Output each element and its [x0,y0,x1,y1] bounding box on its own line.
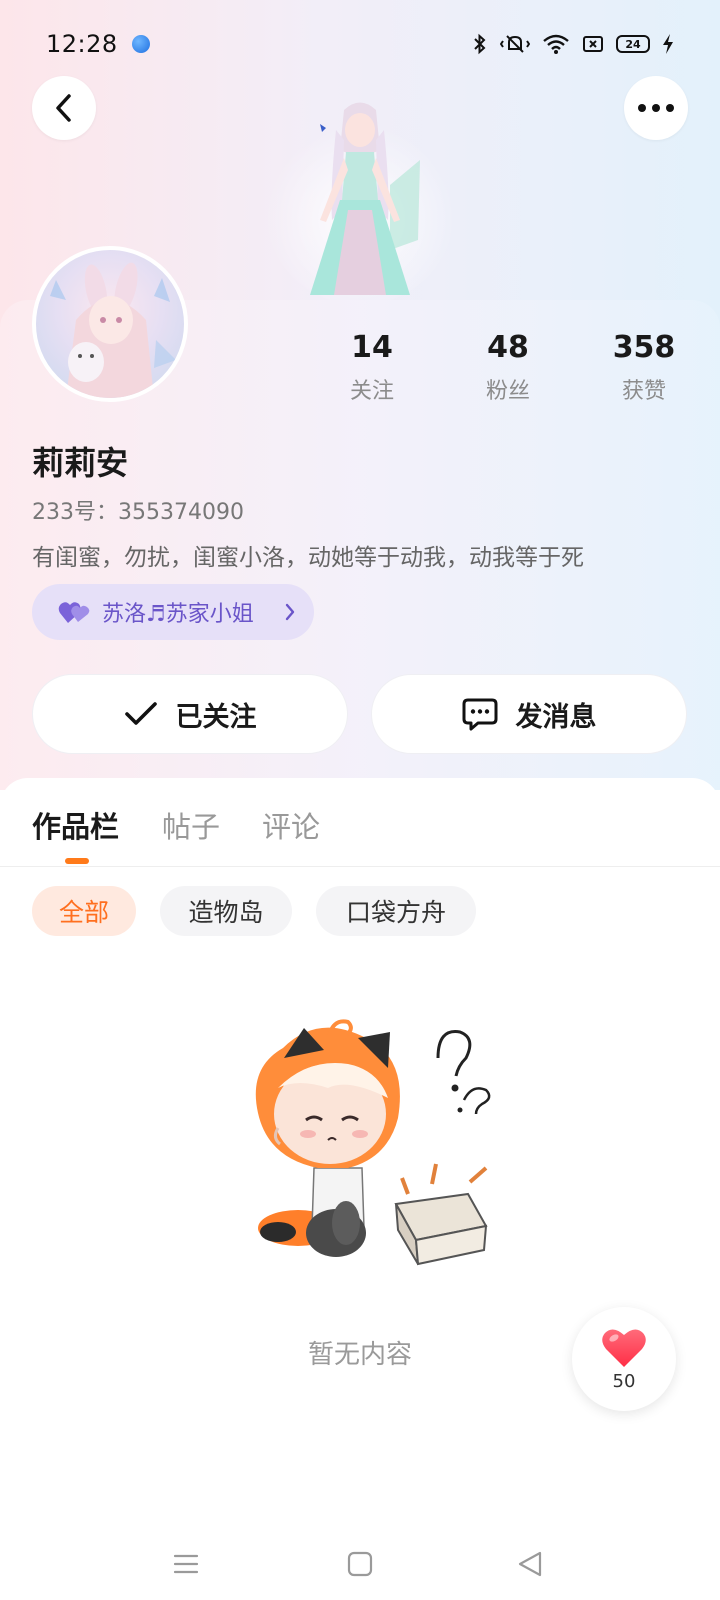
triangle-back-icon [518,1551,542,1577]
stat-label: 关注 [349,379,394,404]
stat-value: 48 [487,330,529,365]
stat-value: 358 [612,330,676,365]
empty-state-illustration [255,1019,491,1266]
system-back-button[interactable] [510,1544,550,1584]
avatar-character-figure [265,102,455,300]
ellipsis-icon [638,104,674,112]
status-bar: 12:28 24 [0,0,720,88]
followed-button[interactable]: 已关注 [32,674,348,754]
stat-following[interactable]: 14 关注 [322,330,422,405]
user-bio: 有闺蜜，勿扰，闺蜜小洛，动她等于动我，动我等于死 [32,545,584,571]
square-icon [347,1551,373,1577]
app-notification-icon [131,35,150,53]
bluetooth-icon [474,33,486,55]
system-navigation-bar [0,1530,720,1600]
stat-value: 14 [351,330,393,365]
tab-comments[interactable]: 评论 [262,804,320,846]
relationship-tag[interactable]: 苏洛♬苏家小姐 [32,584,314,640]
wifi-icon [543,34,569,54]
tab-posts[interactable]: 帖子 [162,804,220,846]
chat-bubble-icon [462,698,497,731]
charging-icon [663,34,673,54]
send-message-button[interactable]: 发消息 [371,674,687,754]
status-time: 12:28 [46,30,118,58]
double-heart-icon [58,602,90,623]
checkmark-icon [124,702,157,725]
relationship-tag-label: 苏洛♬苏家小姐 [102,602,254,627]
filter-chip-creation-island[interactable]: 造物岛 [160,886,292,936]
screen-record-icon [583,36,603,52]
stat-likes[interactable]: 358 获赞 [594,330,694,405]
like-button[interactable]: 50 [572,1307,676,1411]
chevron-right-icon [285,603,295,621]
vibrate-icon [500,35,530,53]
avatar-image [50,262,176,398]
more-options-button[interactable] [624,76,688,140]
filter-chip-all[interactable]: 全部 [32,886,136,936]
send-message-button-label: 发消息 [515,701,597,733]
stat-label: 粉丝 [485,379,530,404]
recent-apps-button[interactable] [166,1544,206,1584]
chevron-left-icon [56,94,71,122]
active-tab-indicator [65,858,89,864]
user-id: 233号：355374090 [32,500,244,525]
avatar[interactable] [32,246,188,402]
like-count: 50 [612,1370,636,1392]
heart-icon [602,1328,646,1367]
filter-chip-pocket-ark[interactable]: 口袋方舟 [316,886,476,936]
stat-label: 获赞 [621,379,666,404]
status-icons: 24 [472,33,674,55]
back-button[interactable] [32,76,96,140]
stat-followers[interactable]: 48 粉丝 [458,330,558,405]
followed-button-label: 已关注 [175,701,257,733]
tabs-divider [0,866,720,867]
user-name: 莉莉安 [32,444,129,482]
tab-works[interactable]: 作品栏 [32,804,119,846]
battery-icon: 24 [616,35,650,53]
home-button[interactable] [340,1544,380,1584]
menu-icon [173,1554,199,1574]
